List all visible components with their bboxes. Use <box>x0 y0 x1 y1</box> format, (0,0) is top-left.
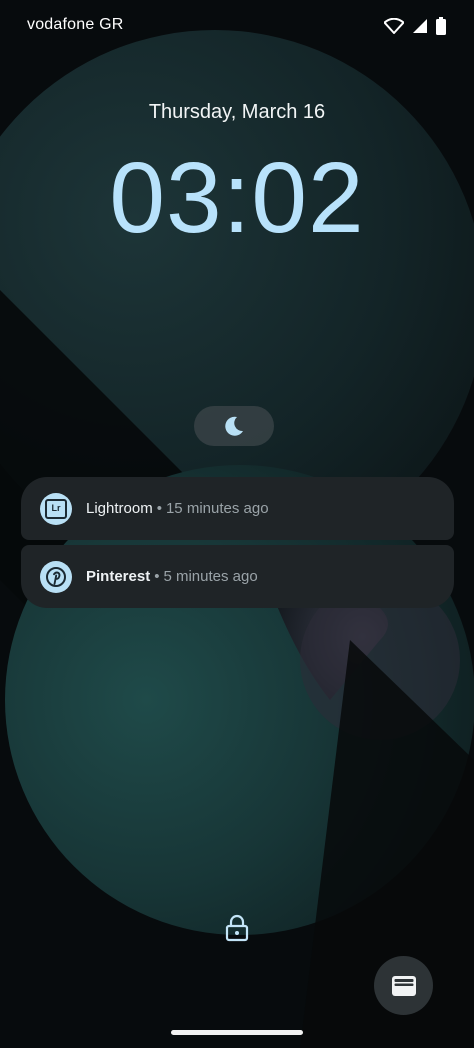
notification-pinterest[interactable]: Pinterest • 5 minutes ago <box>21 545 454 608</box>
carrier-label: vodafone GR <box>27 16 124 33</box>
wifi-icon <box>384 18 404 34</box>
battery-icon <box>436 17 446 35</box>
notification-text: Pinterest • 5 minutes ago <box>86 568 258 585</box>
do-not-disturb-chip[interactable] <box>194 406 274 446</box>
pinterest-icon <box>40 560 72 593</box>
notification-app-name: Pinterest <box>86 568 151 585</box>
notification-separator: • <box>156 500 162 517</box>
notification-time: 15 minutes ago <box>165 500 269 517</box>
notification-time: 5 minutes ago <box>163 568 258 585</box>
lockscreen-date: Thursday, March 16 <box>148 101 326 123</box>
pinterest-logo-icon <box>46 566 66 587</box>
moon-icon <box>225 416 243 436</box>
lightroom-icon: Lr <box>40 492 72 525</box>
signal-icon <box>413 19 427 33</box>
notification-text: Lightroom • 15 minutes ago <box>86 500 269 517</box>
notification-app-name: Lightroom <box>86 500 153 517</box>
notification-separator: • <box>154 568 160 585</box>
lightroom-icon-label: Lr <box>45 498 67 519</box>
wallet-button[interactable] <box>374 956 433 1015</box>
status-bar: vodafone GR <box>0 0 474 54</box>
notification-lightroom[interactable]: Lr Lightroom • 15 minutes ago <box>21 477 454 540</box>
lockscreen-clock: 03:02 <box>109 142 365 254</box>
status-icons <box>384 17 446 35</box>
navigation-handle[interactable] <box>171 1030 303 1035</box>
wallet-icon <box>391 975 416 996</box>
lock-icon[interactable] <box>225 914 249 942</box>
